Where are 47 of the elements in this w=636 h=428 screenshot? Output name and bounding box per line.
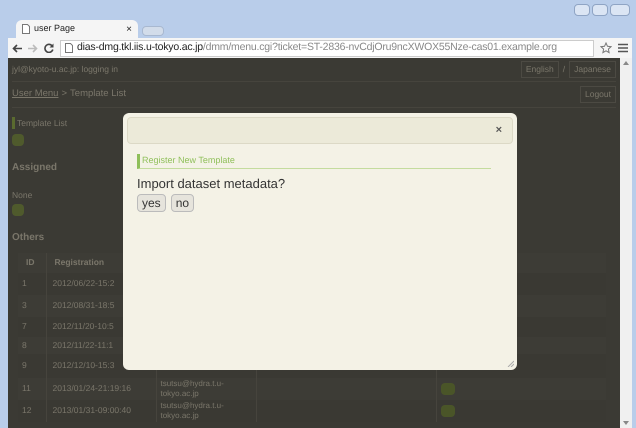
reload-icon[interactable] (44, 43, 54, 53)
table-cell: 11 (22, 383, 31, 394)
forward-icon[interactable] (28, 44, 38, 52)
resize-handle-icon[interactable] (507, 360, 514, 367)
dialog-question: Import dataset metadata? (137, 174, 286, 193)
section-title: Template List (12, 116, 68, 130)
close-button[interactable]: × (496, 122, 502, 139)
table-cell: tsutsu@hydra.t.u-tokyo.ac.jp (160, 400, 224, 420)
table-cell: 2013/01/31-09:00:40 (52, 405, 131, 416)
table-cell: 2012/11/20-10:5 (52, 321, 114, 332)
address-bar[interactable]: dias-dmg.tkl.iis.u-tokyo.ac.jp/dmm/menu.cgi?ticket=ST-2836-nvCdjOru9ncXWOX55Nze-cas01.example.org (60, 40, 594, 56)
subsection-heading: Assigned (12, 161, 58, 175)
star-icon[interactable] (600, 42, 612, 54)
empty-note: None (12, 189, 32, 202)
url-text: dias-dmg.tkl.iis.u-tokyo.ac.jp/dmm/menu.cgi?ticket=ST-2836-nvCdjOru9ncXWOX55Nze-cas01.example.org (77, 40, 557, 56)
maximize-button[interactable] (592, 4, 608, 16)
menu-icon[interactable] (618, 43, 628, 53)
table-cell: 2012/08/31-18:5 (52, 300, 114, 310)
dialog-section-title: Register New Template (137, 154, 491, 168)
page-icon (22, 24, 30, 34)
scroll-up-icon[interactable] (623, 61, 629, 65)
language-separator: / (562, 63, 566, 76)
page-icon (65, 43, 73, 53)
table-cell: 8 (22, 340, 27, 350)
new-tab-button[interactable] (142, 26, 164, 36)
browser-tab[interactable]: user Page × (16, 20, 138, 38)
back-icon[interactable] (12, 44, 22, 52)
table-cell: 9 (22, 360, 27, 370)
table-cell: 2012/12/10-15:3 (52, 360, 114, 370)
dialog-button[interactable]: yes (137, 194, 166, 212)
table-cell: 2012/06/22-15:2 (52, 278, 114, 288)
tab-close-button[interactable]: × (126, 22, 132, 36)
dialog-button[interactable]: no (170, 194, 194, 212)
table-cell: 1 (22, 278, 27, 288)
minimize-button[interactable] (574, 4, 590, 16)
tab-title: user Page (34, 22, 76, 36)
close-window-button[interactable] (610, 4, 630, 16)
table-cell: 2013/01/24-21:19:16 (52, 383, 131, 394)
table-cell: 12 (22, 405, 32, 416)
table-cell: 7 (22, 321, 27, 332)
table-cell: 3 (22, 300, 27, 310)
scroll-down-icon[interactable] (623, 421, 629, 425)
subsection-heading: Others (12, 230, 44, 245)
breadcrumb-separator: > (61, 87, 68, 102)
breadcrumb-current: Template List (70, 87, 126, 102)
login-status: jyl@kyoto-u.ac.jp: logging in (12, 63, 119, 76)
table-cell: 2012/11/22-11:1 (52, 340, 114, 350)
